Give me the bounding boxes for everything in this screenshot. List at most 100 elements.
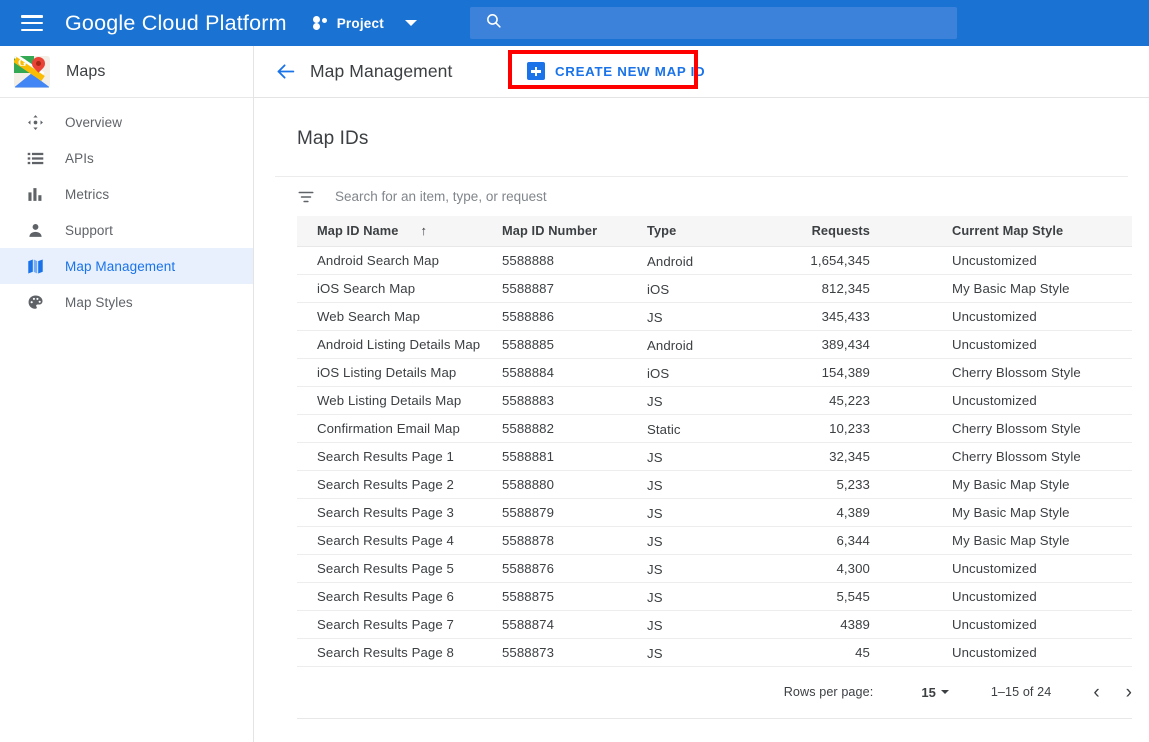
next-page-button[interactable]: › xyxy=(1126,683,1132,702)
main-content: Map Management CREATE NEW MAP ID Map IDs xyxy=(254,46,1149,742)
table-row[interactable]: Search Results Page 8 5588873 JS 45 Uncustom… xyxy=(297,638,1132,667)
cell-map-id-name: Search Results Page 3 xyxy=(297,498,502,527)
map-ids-panel: Map IDs Map ID Name ↑ Map ID Number Type xyxy=(254,98,1149,719)
table-filter-row[interactable] xyxy=(275,176,1128,216)
filter-search-input[interactable] xyxy=(335,189,935,204)
project-selector[interactable]: Project xyxy=(312,16,384,31)
sidebar-item-support[interactable]: Support xyxy=(0,212,253,248)
cell-type: iOS xyxy=(647,358,792,387)
cell-requests: 4,300 xyxy=(792,554,952,583)
page-title: Map Management xyxy=(310,61,453,81)
table-head: Map ID Name ↑ Map ID Number Type Requests… xyxy=(297,216,1132,247)
column-header-requests[interactable]: Requests xyxy=(792,216,952,247)
cell-type: JS xyxy=(647,302,792,331)
cell-map-id-number: 5588878 xyxy=(502,526,647,555)
sidebar-item-label: Overview xyxy=(65,114,123,130)
create-new-map-id-button[interactable]: CREATE NEW MAP ID xyxy=(516,56,717,86)
sort-ascending-arrow-icon[interactable]: ↑ xyxy=(420,223,427,238)
sidebar-nav: Overview APIs Metrics Support Map Manage… xyxy=(0,98,253,320)
cell-map-id-name: Search Results Page 7 xyxy=(297,610,502,639)
cell-current-map-style: Uncustomized xyxy=(952,386,1132,415)
sidebar-item-label: Metrics xyxy=(65,186,110,202)
cell-map-id-name: Search Results Page 8 xyxy=(297,638,502,667)
cell-requests: 10,233 xyxy=(792,414,952,443)
table-row[interactable]: Android Search Map 5588888 Android 1,654,34… xyxy=(297,246,1132,275)
cell-current-map-style: Uncustomized xyxy=(952,582,1132,611)
table-row[interactable]: Search Results Page 6 5588875 JS 5,545 Uncus… xyxy=(297,582,1132,611)
cell-current-map-style: Cherry Blossom Style xyxy=(952,442,1132,471)
product-brand[interactable]: Google Cloud Platform xyxy=(65,11,287,36)
cell-requests: 345,433 xyxy=(792,302,952,331)
cell-requests: 45 xyxy=(792,638,952,667)
column-header-type[interactable]: Type xyxy=(647,216,792,247)
top-app-bar: Google Cloud Platform Project xyxy=(0,0,1149,46)
cell-map-id-number: 5588879 xyxy=(502,498,647,527)
rows-per-page-select[interactable]: 15 xyxy=(921,685,949,700)
sidebar-item-overview[interactable]: Overview xyxy=(0,104,253,140)
pagination-range-label: 1–15 of 24 xyxy=(990,685,1052,699)
cell-type: Android xyxy=(647,330,792,359)
cell-type: JS xyxy=(647,582,792,611)
table-row[interactable]: Search Results Page 5 5588876 JS 4,300 Uncus… xyxy=(297,554,1132,583)
cell-map-id-name: Confirmation Email Map xyxy=(297,414,502,443)
rows-per-page-label: Rows per page: xyxy=(783,685,874,699)
back-arrow-icon[interactable] xyxy=(274,61,296,83)
cell-current-map-style: Uncustomized xyxy=(952,302,1132,331)
sidebar-item-apis[interactable]: APIs xyxy=(0,140,253,176)
sidebar-item-label: APIs xyxy=(65,150,94,166)
cell-current-map-style: Cherry Blossom Style xyxy=(952,358,1132,387)
table-row[interactable]: Search Results Page 3 5588879 JS 4,389 My Ba… xyxy=(297,498,1132,527)
table-row[interactable]: iOS Listing Details Map 5588884 iOS 154,389… xyxy=(297,358,1132,387)
map-ids-table: Map ID Name ↑ Map ID Number Type Requests… xyxy=(297,216,1132,667)
page-header: Map Management CREATE NEW MAP ID xyxy=(254,46,1149,98)
filter-funnel-icon[interactable] xyxy=(297,188,315,206)
table-header-row: Map ID Name ↑ Map ID Number Type Requests… xyxy=(297,216,1132,247)
cell-map-id-name: Android Listing Details Map xyxy=(297,330,502,359)
sidebar-item-map-styles[interactable]: Map Styles xyxy=(0,284,253,320)
cell-map-id-name: Search Results Page 6 xyxy=(297,582,502,611)
cell-type: JS xyxy=(647,638,792,667)
cell-current-map-style: My Basic Map Style xyxy=(952,470,1132,499)
previous-page-button[interactable]: ‹ xyxy=(1093,683,1099,702)
global-search-input[interactable] xyxy=(516,15,916,31)
table-body: Android Search Map 5588888 Android 1,654,34… xyxy=(297,246,1132,667)
cell-map-id-number: 5588874 xyxy=(502,610,647,639)
global-search-bar[interactable] xyxy=(470,7,957,39)
cell-current-map-style: My Basic Map Style xyxy=(952,274,1132,303)
cell-map-id-name: Web Search Map xyxy=(297,302,502,331)
cell-requests: 154,389 xyxy=(792,358,952,387)
cell-current-map-style: My Basic Map Style xyxy=(952,498,1132,527)
column-header-map-id-number[interactable]: Map ID Number xyxy=(502,216,647,247)
cell-current-map-style: Uncustomized xyxy=(952,610,1132,639)
list-icon xyxy=(25,148,45,168)
move-arrows-icon xyxy=(25,112,45,132)
sidebar-item-metrics[interactable]: Metrics xyxy=(0,176,253,212)
cell-map-id-number: 5588887 xyxy=(502,274,647,303)
cell-map-id-number: 5588883 xyxy=(502,386,647,415)
column-header-current-map-style[interactable]: Current Map Style xyxy=(952,216,1132,247)
cell-map-id-name: Search Results Page 1 xyxy=(297,442,502,471)
table-row[interactable]: iOS Search Map 5588887 iOS 812,345 My Basic … xyxy=(297,274,1132,303)
cell-map-id-number: 5588876 xyxy=(502,554,647,583)
cell-type: JS xyxy=(647,470,792,499)
table-row[interactable]: Confirmation Email Map 5588882 Static 10,23… xyxy=(297,414,1132,443)
table-row[interactable]: Search Results Page 7 5588874 JS 4389 Uncust… xyxy=(297,610,1132,639)
column-header-map-id-name[interactable]: Map ID Name ↑ xyxy=(297,216,502,247)
cell-map-id-name: iOS Listing Details Map xyxy=(297,358,502,387)
table-row[interactable]: Android Listing Details Map 5588885 Androi… xyxy=(297,330,1132,359)
table-row[interactable]: Web Listing Details Map 5588883 JS 45,223 Un… xyxy=(297,386,1132,415)
sidebar-item-map-management[interactable]: Map Management xyxy=(0,248,253,284)
hamburger-menu-icon[interactable] xyxy=(21,15,43,31)
cell-requests: 5,545 xyxy=(792,582,952,611)
chevron-down-icon[interactable] xyxy=(404,20,417,26)
table-row[interactable]: Search Results Page 4 5588878 JS 6,344 My Ba… xyxy=(297,526,1132,555)
cell-requests: 812,345 xyxy=(792,274,952,303)
cell-type: JS xyxy=(647,610,792,639)
sidebar-item-label: Map Styles xyxy=(65,294,133,310)
cell-map-id-number: 5588875 xyxy=(502,582,647,611)
table-row[interactable]: Search Results Page 1 5588881 JS 32,345 Cher… xyxy=(297,442,1132,471)
sidebar-item-label: Map Management xyxy=(65,258,176,274)
column-header-label: Map ID Name xyxy=(317,223,399,239)
table-row[interactable]: Web Search Map 5588886 JS 345,433 Uncustomiz… xyxy=(297,302,1132,331)
table-row[interactable]: Search Results Page 2 5588880 JS 5,233 My Ba… xyxy=(297,470,1132,499)
